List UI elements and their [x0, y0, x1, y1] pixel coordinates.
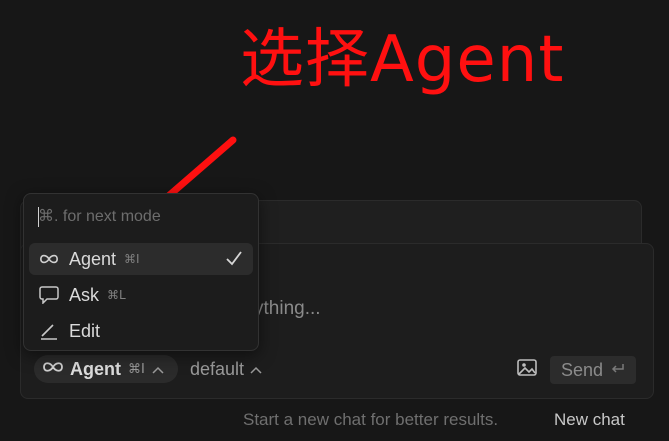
- menu-item-edit[interactable]: Edit: [29, 315, 253, 347]
- chat-bubble-icon: [39, 286, 59, 304]
- annotation-label: 选择Agent: [240, 23, 565, 97]
- menu-item-shortcut: ⌘I: [124, 252, 140, 266]
- chevron-up-icon: [152, 361, 164, 377]
- infinity-icon: [39, 253, 59, 265]
- image-upload-button[interactable]: [516, 359, 538, 381]
- send-label: Send: [560, 359, 604, 380]
- composer-placeholder[interactable]: ything...: [254, 298, 321, 320]
- model-selector[interactable]: default: [190, 355, 262, 383]
- mode-shortcut: ⌘I: [128, 361, 145, 377]
- mode-label: Agent: [70, 358, 121, 379]
- send-button[interactable]: Send: [550, 356, 636, 384]
- mode-selector-button[interactable]: Agent ⌘I: [34, 355, 178, 383]
- new-chat-hint: Start a new chat for better results.: [243, 410, 499, 429]
- model-label: default: [190, 358, 245, 379]
- menu-item-ask[interactable]: Ask ⌘L: [29, 279, 253, 311]
- menu-item-agent[interactable]: Agent ⌘I: [29, 243, 253, 275]
- image-icon: [517, 359, 537, 381]
- menu-item-label: Edit: [69, 320, 101, 341]
- new-chat-link[interactable]: New chat: [554, 410, 625, 430]
- pencil-icon: [39, 322, 59, 340]
- chevron-up-icon: [250, 361, 262, 377]
- mode-menu: Agent ⌘I Ask ⌘L Edit: [23, 193, 259, 351]
- infinity-icon: [42, 360, 64, 378]
- mode-search-input[interactable]: [38, 206, 238, 228]
- checkmark-icon: [225, 249, 243, 272]
- menu-item-shortcut: ⌘L: [107, 288, 126, 302]
- menu-item-label: Ask: [69, 284, 100, 305]
- menu-item-label: Agent: [69, 248, 117, 269]
- enter-icon: [611, 362, 625, 379]
